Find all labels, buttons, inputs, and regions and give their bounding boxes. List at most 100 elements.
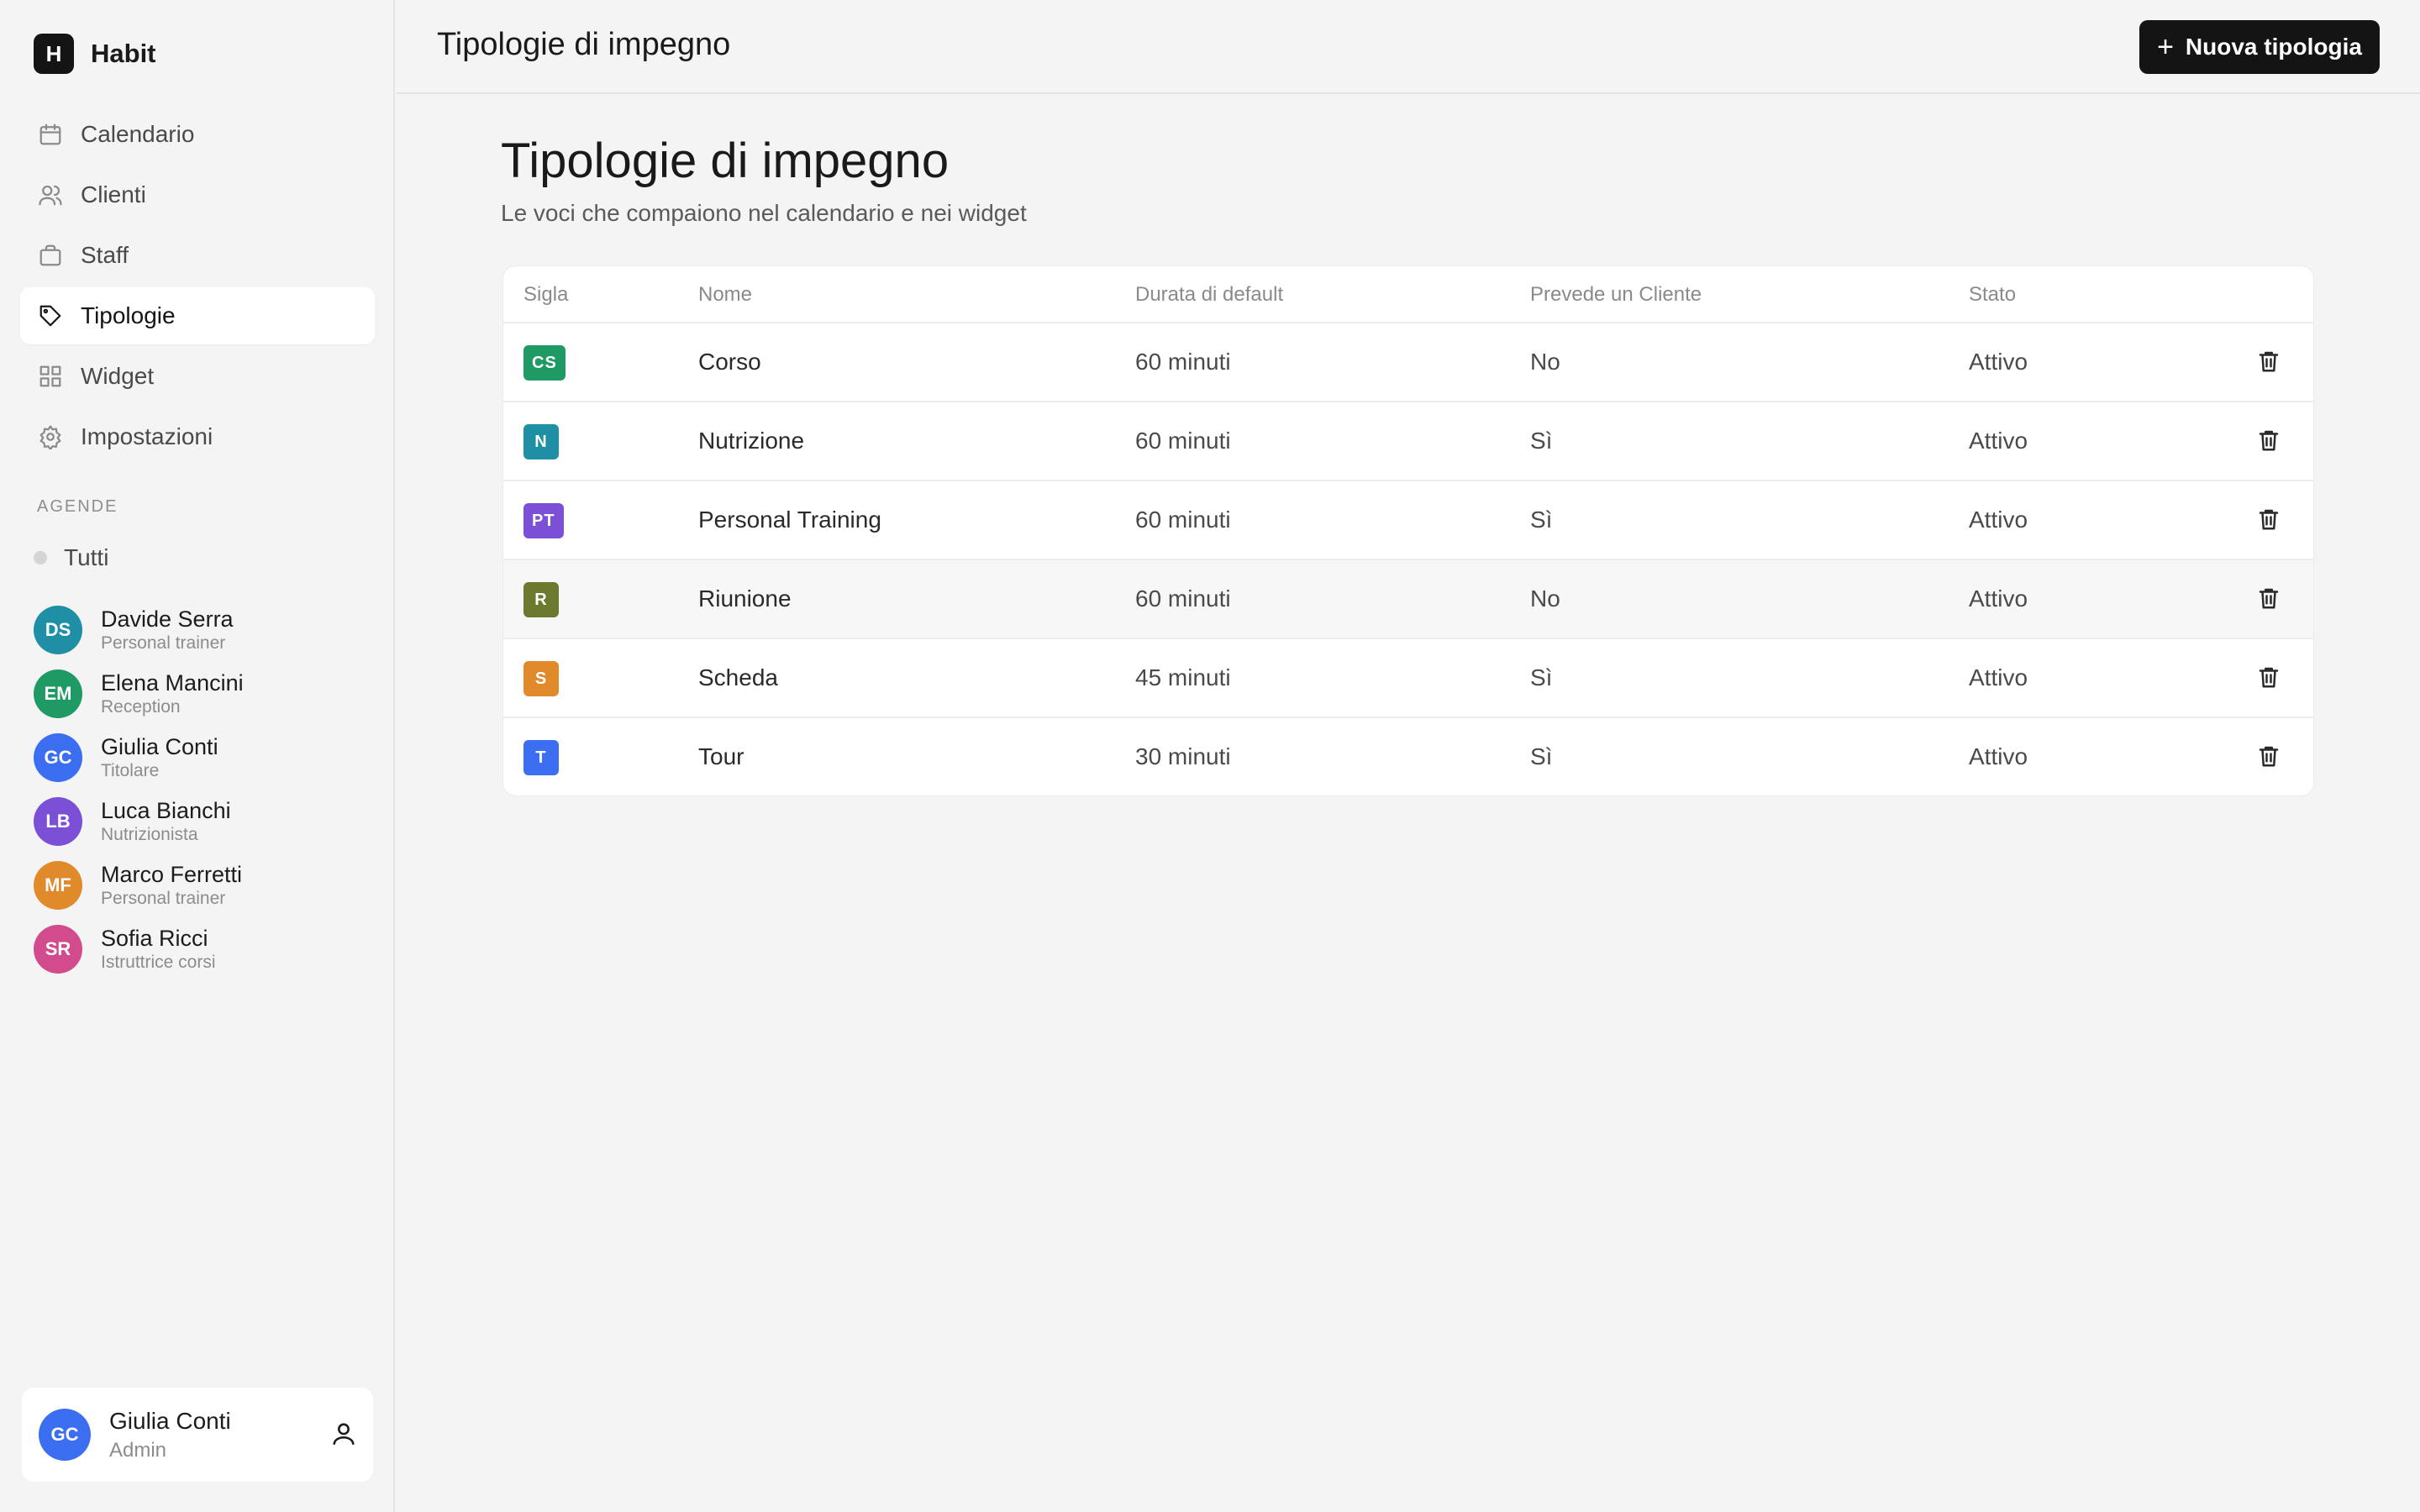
avatar: LB <box>34 797 82 846</box>
table-header: Sigla Nome Durata di default Prevede un … <box>503 266 2313 323</box>
grid-icon <box>37 363 64 390</box>
cell-stato: Attivo <box>1969 507 2028 533</box>
trash-icon[interactable] <box>2256 743 2285 772</box>
trash-icon[interactable] <box>2256 428 2285 456</box>
sigla-badge: PT <box>523 503 564 538</box>
cell-nome: Corso <box>698 349 761 375</box>
agende-section-label: AGENDE <box>37 497 118 516</box>
agenda-item[interactable]: MF Marco Ferretti Personal trainer <box>34 853 378 917</box>
agenda-item[interactable]: EM Elena Mancini Reception <box>34 662 378 726</box>
trash-icon[interactable] <box>2256 507 2285 535</box>
avatar: GC <box>34 733 82 782</box>
nav-item-widget[interactable]: Widget <box>20 348 375 405</box>
person-name: Marco Ferretti <box>101 861 243 887</box>
calendar-icon <box>37 121 64 148</box>
nav-item-tipologie[interactable]: Tipologie <box>20 287 375 344</box>
person-role: Titolare <box>101 761 160 781</box>
cell-stato: Attivo <box>1969 585 2028 612</box>
nav-item-label: Tipologie <box>81 302 176 328</box>
cell-cliente: Sì <box>1530 507 1553 533</box>
main-nav: Calendario Clienti Staff Tipologie Widge… <box>20 106 375 469</box>
nav-item-staff[interactable]: Staff <box>20 227 375 284</box>
cell-stato: Attivo <box>1969 349 2028 375</box>
person-name: Davide Serra <box>101 606 234 632</box>
current-user-card[interactable]: GC Giulia Conti Admin <box>22 1388 373 1482</box>
trash-icon[interactable] <box>2256 664 2285 693</box>
agenda-list: DS Davide Serra Personal trainer EM Elen… <box>34 598 378 981</box>
cell-cliente: Sì <box>1530 743 1553 769</box>
users-icon <box>37 181 64 208</box>
agenda-item[interactable]: GC Giulia Conti Titolare <box>34 726 378 790</box>
cell-cliente: Sì <box>1530 428 1553 454</box>
cell-durata: 45 minuti <box>1135 664 1231 690</box>
avatar: SR <box>34 925 82 974</box>
nav-item-calendario[interactable]: Calendario <box>20 106 375 163</box>
table-row[interactable]: T Tour 30 minuti Sì Attivo <box>503 718 2313 795</box>
cell-durata: 60 minuti <box>1135 507 1231 533</box>
person-role: Reception <box>101 697 181 717</box>
person-name: Elena Mancini <box>101 669 244 696</box>
agenda-all-label: Tutti <box>64 544 109 570</box>
column-header-durata: Durata di default <box>1135 283 1284 306</box>
nav-item-label: Impostazioni <box>81 423 213 449</box>
tag-icon <box>37 302 64 329</box>
avatar: EM <box>34 669 82 718</box>
cell-nome: Nutrizione <box>698 428 805 454</box>
nav-item-impostazioni[interactable]: Impostazioni <box>20 408 375 465</box>
agenda-item[interactable]: SR Sofia Ricci Istruttrice corsi <box>34 917 378 981</box>
page-title: Tipologie di impegno <box>501 134 950 188</box>
cell-cliente: No <box>1530 585 1560 612</box>
new-tipologia-label: Nuova tipologia <box>2185 34 2362 60</box>
sigla-badge: S <box>523 661 559 696</box>
brand[interactable]: H Habit <box>34 34 156 74</box>
sigla-badge: CS <box>523 345 566 381</box>
plus-icon: + <box>2157 31 2174 63</box>
brand-logo: H <box>34 34 74 74</box>
user-icon[interactable] <box>329 1420 360 1450</box>
column-header-sigla: Sigla <box>523 283 569 306</box>
trash-icon[interactable] <box>2256 349 2285 377</box>
person-role: Nutrizionista <box>101 825 198 845</box>
cell-stato: Attivo <box>1969 664 2028 690</box>
person-role: Istruttrice corsi <box>101 953 216 973</box>
cell-durata: 60 minuti <box>1135 428 1231 454</box>
trash-icon[interactable] <box>2256 585 2285 614</box>
sigla-badge: R <box>523 582 559 617</box>
agenda-all[interactable]: Tutti <box>34 544 108 571</box>
person-name: Sofia Ricci <box>101 925 208 951</box>
cell-durata: 60 minuti <box>1135 349 1231 375</box>
agenda-item[interactable]: LB Luca Bianchi Nutrizionista <box>34 790 378 853</box>
table-row[interactable]: R Riunione 60 minuti No Attivo <box>503 560 2313 639</box>
column-header-stato: Stato <box>1969 283 2017 306</box>
cell-stato: Attivo <box>1969 743 2028 769</box>
nav-item-clienti[interactable]: Clienti <box>20 166 375 223</box>
table-row[interactable]: CS Corso 60 minuti No Attivo <box>503 323 2313 402</box>
nav-item-label: Staff <box>81 242 129 268</box>
nav-item-label: Clienti <box>81 181 146 207</box>
briefcase-icon <box>37 242 64 269</box>
table-row[interactable]: S Scheda 45 minuti Sì Attivo <box>503 639 2313 718</box>
topbar: Tipologie di impegno + Nuova tipologia <box>397 0 2420 94</box>
person-role: Personal trainer <box>101 889 226 909</box>
cell-cliente: No <box>1530 349 1560 375</box>
tipologie-table: Sigla Nome Durata di default Prevede un … <box>502 265 2314 796</box>
table-row[interactable]: PT Personal Training 60 minuti Sì Attivo <box>503 481 2313 560</box>
sigla-badge: N <box>523 424 559 459</box>
new-tipologia-button[interactable]: + Nuova tipologia <box>2139 20 2380 74</box>
dot-icon <box>34 551 47 564</box>
user-role: Admin <box>109 1439 167 1462</box>
avatar: GC <box>39 1409 91 1461</box>
agenda-item[interactable]: DS Davide Serra Personal trainer <box>34 598 378 662</box>
page-subtitle: Le voci che compaiono nel calendario e n… <box>501 200 1027 226</box>
cell-nome: Scheda <box>698 664 778 690</box>
nav-item-label: Widget <box>81 363 155 389</box>
cell-nome: Riunione <box>698 585 792 612</box>
cell-nome: Personal Training <box>698 507 881 533</box>
user-name: Giulia Conti <box>109 1407 231 1434</box>
cell-stato: Attivo <box>1969 428 2028 454</box>
cell-durata: 60 minuti <box>1135 585 1231 612</box>
column-header-nome: Nome <box>698 283 753 306</box>
column-header-cliente: Prevede un Cliente <box>1530 283 1702 306</box>
table-row[interactable]: N Nutrizione 60 minuti Sì Attivo <box>503 402 2313 481</box>
person-name: Giulia Conti <box>101 733 218 759</box>
